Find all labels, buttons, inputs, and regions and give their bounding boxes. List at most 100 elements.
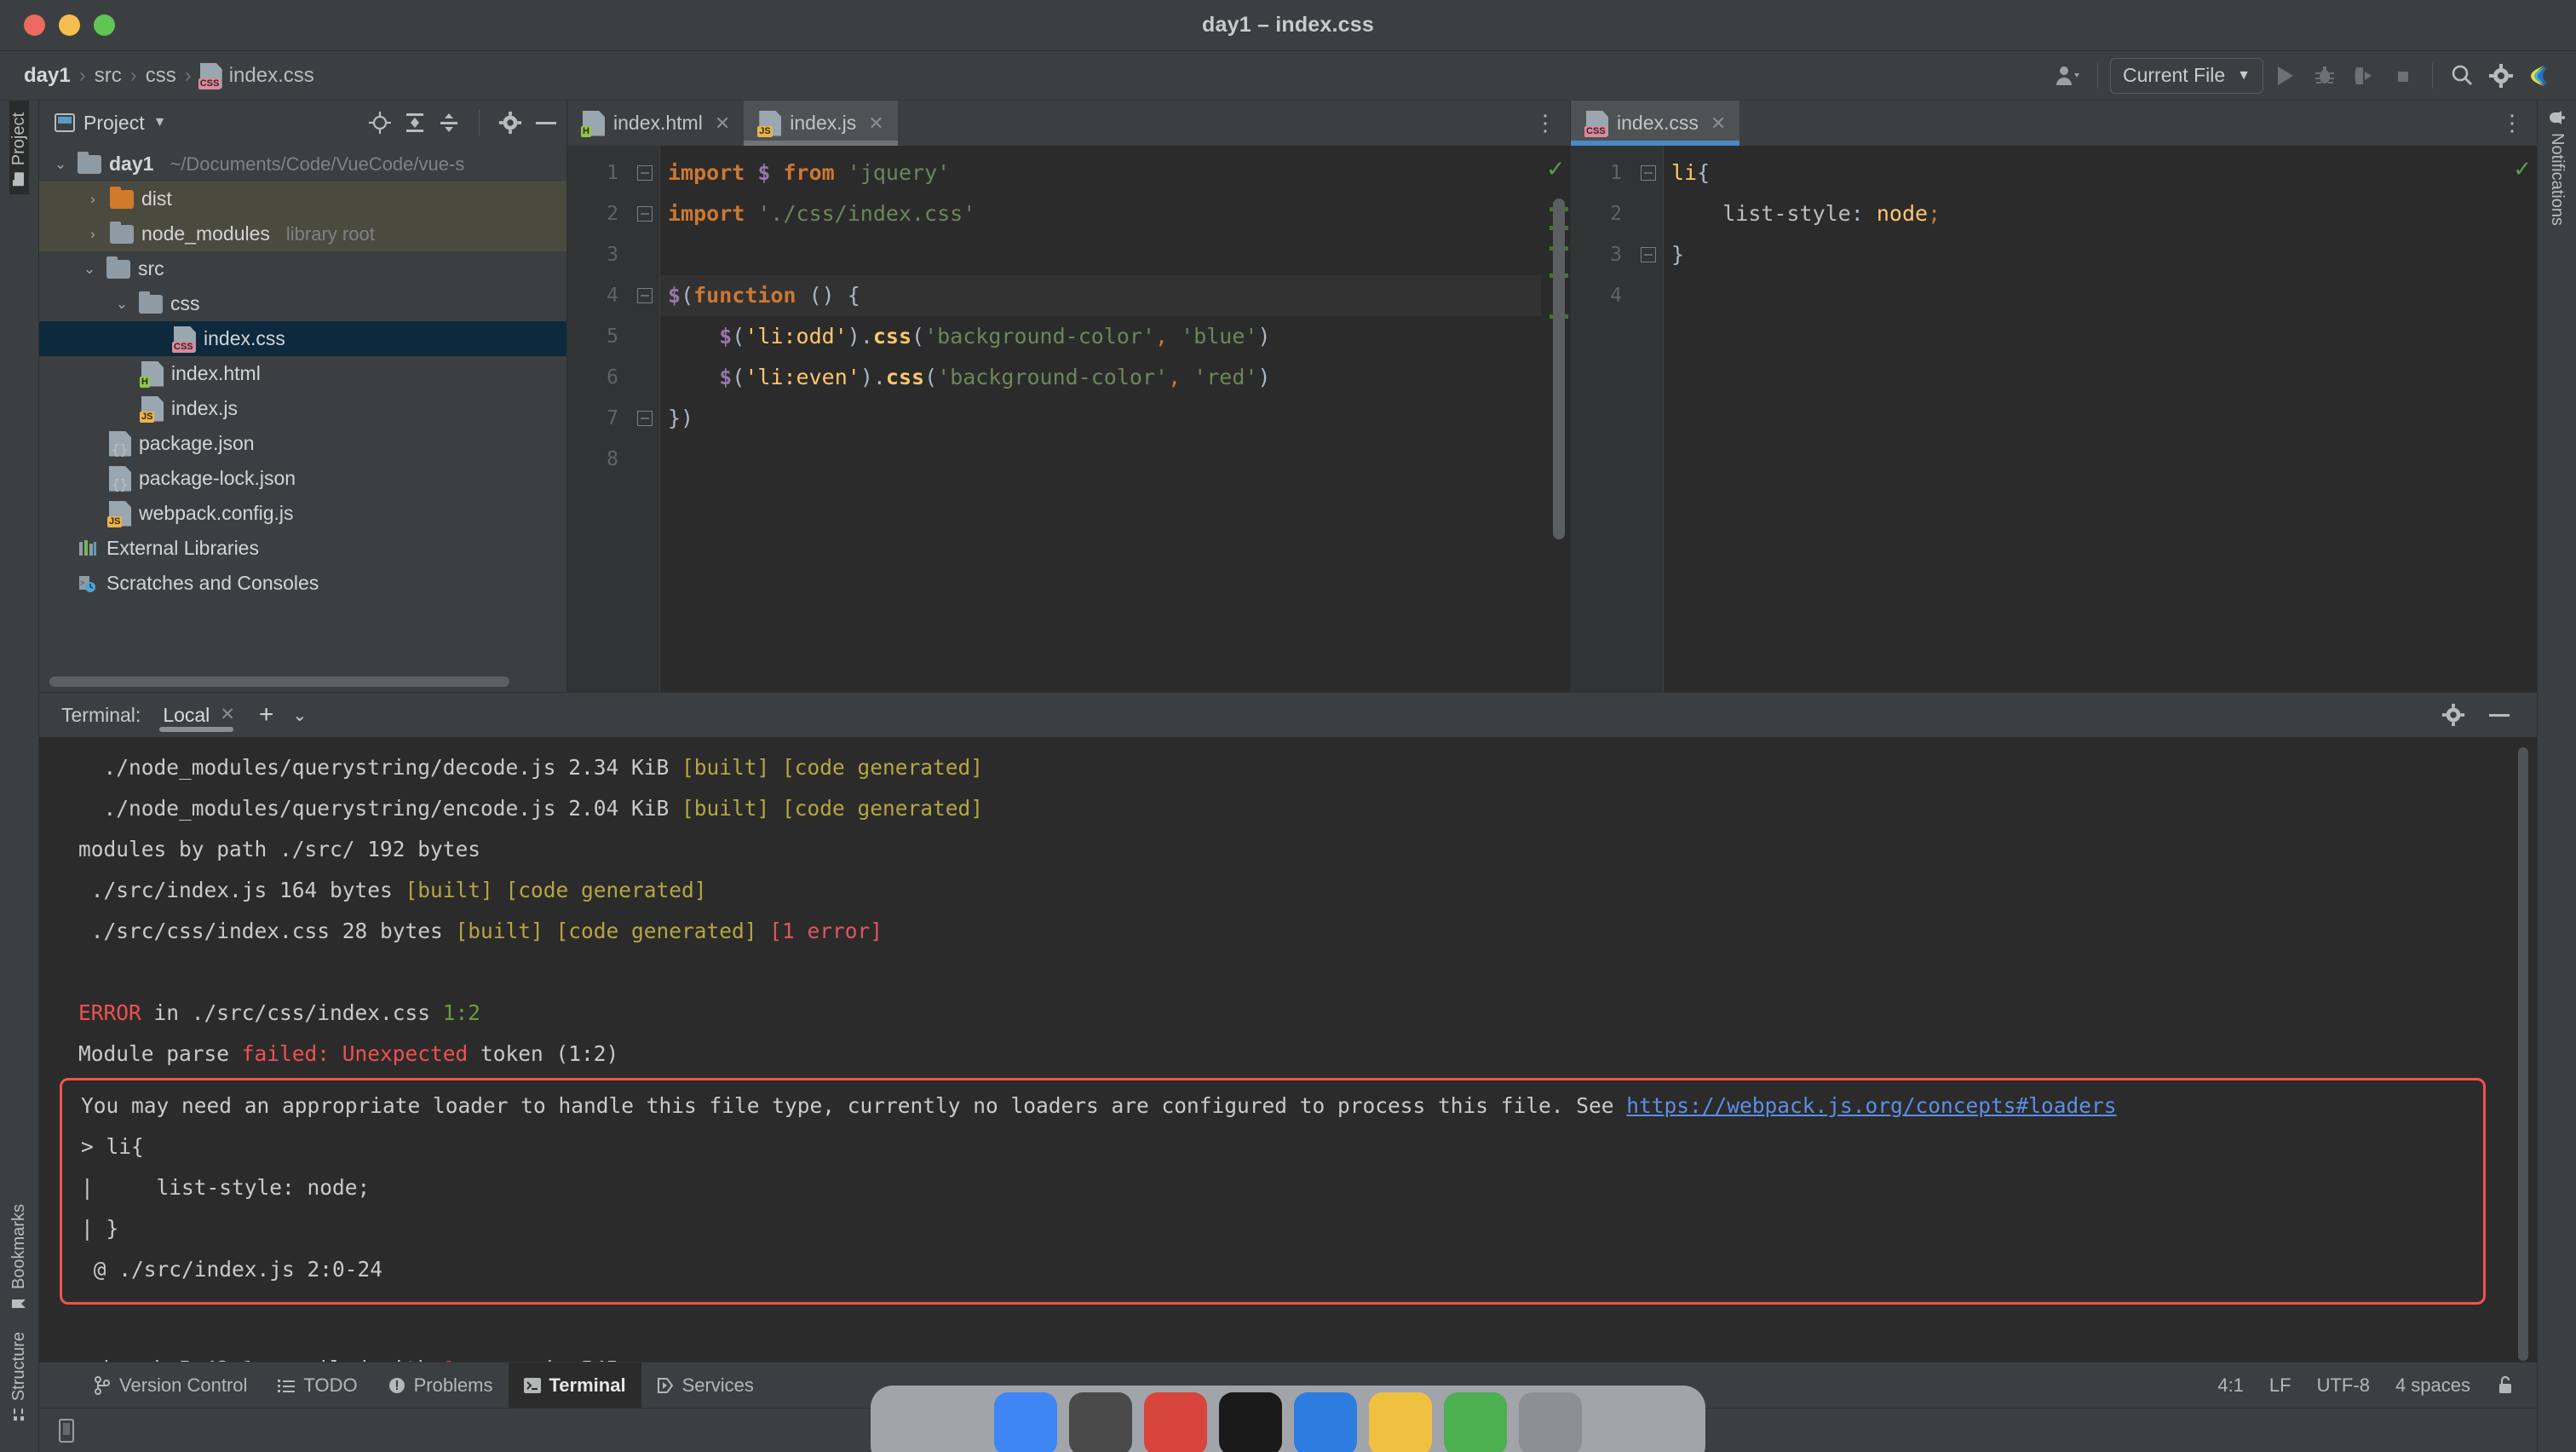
more-options-icon[interactable]: ⋮ <box>2501 110 2523 136</box>
tree-node-package-lock-json[interactable]: {} package-lock.json <box>39 461 566 496</box>
tab-index-js[interactable]: JS index.js ✕ <box>744 101 897 146</box>
dock-item-launchpad[interactable] <box>1069 1392 1132 1452</box>
search-everywhere-icon[interactable] <box>2445 59 2479 93</box>
chevron-right-icon[interactable]: › <box>83 226 102 243</box>
tree-node-scratches-and-consoles[interactable]: > Scratches and Consoles <box>39 566 566 601</box>
tool-window-services[interactable]: Services <box>641 1363 769 1409</box>
close-icon[interactable]: ✕ <box>1711 112 1726 135</box>
dock-item-ide[interactable] <box>1294 1392 1357 1452</box>
collapse-all-icon[interactable] <box>438 112 460 134</box>
tool-window-todo[interactable]: TODO <box>262 1363 372 1409</box>
tab-index-css[interactable]: CSS index.css ✕ <box>1571 101 1739 146</box>
indent-setting[interactable]: 4 spaces <box>2395 1374 2470 1397</box>
breadcrumb-item-css[interactable]: css <box>139 64 183 88</box>
inspection-status-icon[interactable]: ✓ <box>2513 156 2532 182</box>
tree-node-index-css[interactable]: CSS index.css <box>39 321 566 356</box>
user-avatar-icon[interactable] <box>2051 59 2085 93</box>
tree-node-external-libraries[interactable]: External Libraries <box>39 531 566 566</box>
chevron-down-icon[interactable]: ⌄ <box>80 261 99 278</box>
file-encoding[interactable]: UTF-8 <box>2317 1374 2370 1397</box>
project-tree[interactable]: ⌄ day1 ~/Documents/Code/VueCode/vue-s › … <box>39 145 566 692</box>
editor-vertical-scrollbar[interactable] <box>1553 199 1565 539</box>
chevron-down-icon[interactable]: ⌄ <box>292 705 307 726</box>
breadcrumb-item-src[interactable]: src <box>88 64 129 88</box>
settings-gear-icon[interactable] <box>2441 703 2465 727</box>
inspection-status-icon[interactable]: ✓ <box>1546 156 1565 182</box>
tab-index-html[interactable]: H index.html ✕ <box>567 101 744 146</box>
sidebar-item-project[interactable]: Project <box>9 101 29 194</box>
sidebar-item-bookmarks[interactable]: Bookmarks <box>9 1192 29 1320</box>
code-line[interactable]: list-style: node; <box>1663 193 2508 234</box>
tree-node-src[interactable]: ⌄ src <box>39 251 566 286</box>
close-icon[interactable]: ✕ <box>868 112 883 135</box>
settings-gear-icon[interactable] <box>498 111 522 135</box>
tree-node-index-js[interactable]: JS index.js <box>39 391 566 426</box>
readonly-lock-icon[interactable] <box>2496 1375 2515 1396</box>
code-line[interactable]: } <box>1663 234 2508 275</box>
tree-node-dist[interactable]: › dist <box>39 182 566 216</box>
dock-item-browser[interactable] <box>1144 1392 1207 1452</box>
webpack-loaders-link[interactable]: https://webpack.js.org/concepts#loaders <box>1626 1093 2116 1118</box>
chevron-down-icon[interactable]: ⌄ <box>112 296 131 313</box>
dock-item-terminal[interactable] <box>1219 1392 1282 1452</box>
terminal-vertical-scrollbar[interactable] <box>2518 747 2528 1361</box>
code-lines-left[interactable]: import $ from 'jquery' import './css/ind… <box>659 146 1541 692</box>
tree-node-webpack-config-js[interactable]: JS webpack.config.js <box>39 496 566 531</box>
ide-logo-icon[interactable] <box>2523 59 2557 93</box>
sidebar-item-structure[interactable]: Structure <box>9 1320 29 1430</box>
sidebar-item-notifications[interactable]: Notifications <box>2547 101 2567 238</box>
fold-marker[interactable] <box>630 275 659 316</box>
tree-node-css[interactable]: ⌄ css <box>39 286 566 321</box>
code-line[interactable]: import $ from 'jquery' <box>659 153 1541 193</box>
run-configuration-selector[interactable]: Current File ▼ <box>2110 58 2263 94</box>
chevron-down-icon[interactable]: ⌄ <box>51 156 70 173</box>
fold-marker[interactable] <box>1634 234 1663 275</box>
editor-tab-options[interactable]: ⋮ <box>2501 101 2537 146</box>
marker-bar-right[interactable]: ✓ <box>2508 146 2537 692</box>
dock-item-messages[interactable] <box>1444 1392 1507 1452</box>
dock-item-finder[interactable] <box>994 1392 1057 1452</box>
terminal-tab-local[interactable]: Local ✕ <box>159 693 240 737</box>
settings-gear-icon[interactable] <box>2484 59 2518 93</box>
tree-node-index-html[interactable]: H index.html <box>39 356 566 391</box>
breadcrumb-item-project[interactable]: day1 <box>17 64 78 88</box>
dock-item-notes[interactable] <box>1369 1392 1432 1452</box>
code-line[interactable]: import './css/index.css' <box>659 193 1541 234</box>
project-tree-horizontal-scrollbar[interactable] <box>49 677 509 687</box>
code-editor-right[interactable]: 1 2 3 4 <box>1571 146 2537 692</box>
hide-panel-icon[interactable] <box>534 118 558 127</box>
code-line[interactable]: $('li:even').css('background-color', 're… <box>659 357 1541 398</box>
tree-node-node-modules[interactable]: › node_modules library root <box>39 216 566 251</box>
debug-icon[interactable] <box>2308 59 2342 93</box>
chevron-right-icon[interactable]: › <box>83 191 102 208</box>
expand-all-icon[interactable] <box>404 112 426 134</box>
tool-window-version-control[interactable]: Version Control <box>78 1363 262 1409</box>
breadcrumb-item-file[interactable]: CSS index.css <box>193 63 321 89</box>
line-separator[interactable]: LF <box>2269 1374 2291 1397</box>
marker-bar-left[interactable]: ✓ <box>1541 146 1570 692</box>
more-options-icon[interactable]: ⋮ <box>1534 110 1556 136</box>
tree-node-day1[interactable]: ⌄ day1 ~/Documents/Code/VueCode/vue-s <box>39 147 566 182</box>
terminal-output[interactable]: ./node_modules/querystring/decode.js 2.3… <box>39 737 2537 1362</box>
close-icon[interactable]: ✕ <box>220 693 235 737</box>
code-line[interactable]: li{ <box>1663 153 2508 193</box>
stop-icon[interactable] <box>2386 59 2420 93</box>
caret-position[interactable]: 4:1 <box>2217 1374 2244 1397</box>
new-terminal-session-button[interactable]: + <box>259 702 274 728</box>
tool-window-terminal[interactable]: Terminal <box>509 1363 641 1409</box>
fold-marker[interactable] <box>630 398 659 439</box>
code-line[interactable] <box>659 234 1541 275</box>
code-line[interactable] <box>1663 275 2508 316</box>
dock-item-settings[interactable] <box>1519 1392 1582 1452</box>
code-lines-right[interactable]: li{ list-style: node; } <box>1663 146 2508 692</box>
fold-marker[interactable] <box>1634 153 1663 193</box>
tool-window-problems[interactable]: Problems <box>373 1363 509 1409</box>
code-line[interactable]: $('li:odd').css('background-color', 'blu… <box>659 316 1541 357</box>
code-editor-left[interactable]: 1 2 3 4 5 6 7 8 <box>567 146 1570 692</box>
tree-node-package-json[interactable]: {} package.json <box>39 426 566 461</box>
code-folding-gutter-left[interactable] <box>630 146 659 692</box>
close-icon[interactable]: ✕ <box>715 112 730 135</box>
code-line[interactable] <box>659 439 1541 480</box>
code-line[interactable]: }) <box>659 398 1541 439</box>
fold-marker[interactable] <box>630 193 659 234</box>
